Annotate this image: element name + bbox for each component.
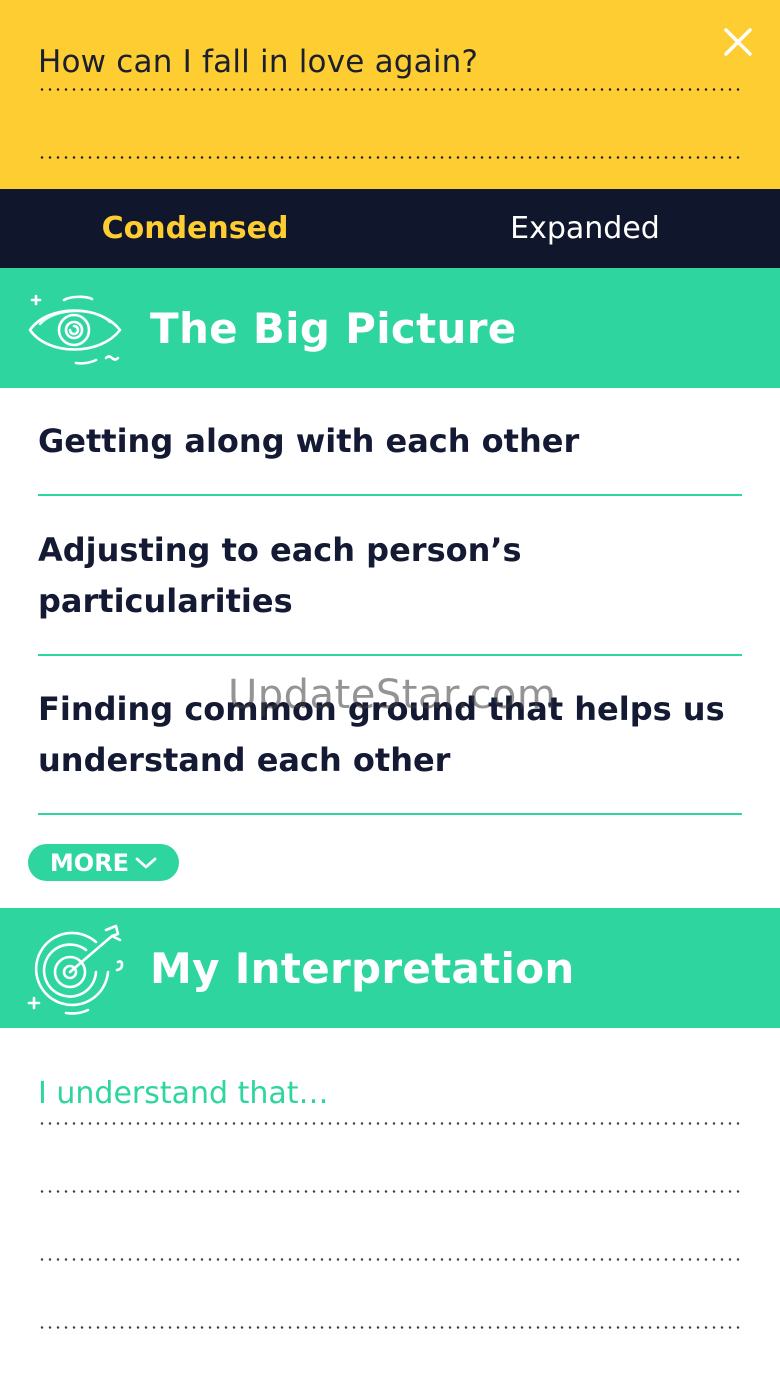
interpretation-line-4[interactable] xyxy=(38,1326,740,1329)
question-line-1 xyxy=(38,88,740,91)
list-item[interactable]: Finding common ground that helps us unde… xyxy=(38,684,742,815)
view-tabs: Condensed Expanded xyxy=(0,189,780,268)
tab-condensed[interactable]: Condensed xyxy=(0,189,390,268)
more-button[interactable]: MORE xyxy=(28,844,179,881)
question-line-2 xyxy=(38,156,740,159)
more-label: MORE xyxy=(49,848,130,877)
interpretation-line-1[interactable] xyxy=(38,1122,740,1125)
list-item[interactable]: Adjusting to each person’s particulariti… xyxy=(38,525,742,656)
question-text[interactable]: How can I fall in love again? xyxy=(38,44,478,80)
question-area: How can I fall in love again? xyxy=(0,0,780,189)
interpretation-header: My Interpretation xyxy=(0,908,780,1028)
list-item[interactable]: Getting along with each other xyxy=(38,416,742,496)
interpretation-line-3[interactable] xyxy=(38,1258,740,1261)
interpretation-input[interactable]: I understand that… xyxy=(38,1076,740,1126)
big-picture-header: The Big Picture xyxy=(0,268,780,388)
interpretation-title: My Interpretation xyxy=(150,943,575,993)
target-arrow-icon xyxy=(27,924,124,1015)
interpretation-line-2[interactable] xyxy=(38,1190,740,1193)
chevron-down-icon xyxy=(135,857,157,868)
close-icon xyxy=(724,28,752,56)
close-button[interactable] xyxy=(718,22,758,62)
big-picture-title: The Big Picture xyxy=(150,303,517,353)
tab-expanded[interactable]: Expanded xyxy=(390,189,780,268)
eye-icon xyxy=(28,294,122,365)
